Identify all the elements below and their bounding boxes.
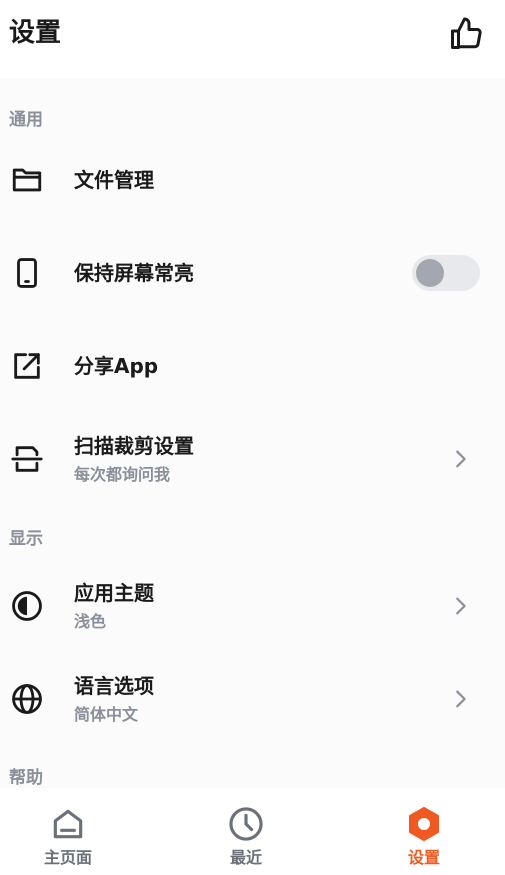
thumbs-up-icon[interactable]	[446, 14, 486, 54]
keep-screen-on-toggle[interactable]	[412, 255, 480, 291]
scan-crop-icon	[8, 440, 46, 478]
section-header-help: 帮助	[9, 768, 43, 788]
nav-label: 最近	[229, 848, 262, 867]
toggle-knob	[416, 259, 444, 287]
settings-item-keep-screen-on[interactable]: 保持屏幕常亮	[0, 233, 505, 313]
settings-item-theme[interactable]: 应用主题 浅色	[0, 566, 505, 646]
phone-icon	[8, 254, 46, 292]
globe-icon	[8, 680, 46, 718]
settings-screen: 设置 通用 文件管理 保持屏幕常亮 分享App 扫描裁剪设置 每次都询问我 显示…	[0, 0, 505, 875]
settings-item-label: 应用主题	[74, 581, 154, 605]
clock-icon	[186, 804, 306, 844]
settings-hexagon-icon	[364, 804, 484, 844]
theme-contrast-icon	[8, 587, 46, 625]
chevron-right-icon	[446, 685, 474, 713]
settings-item-label: 保持屏幕常亮	[74, 261, 194, 285]
nav-item-home[interactable]: 主页面	[8, 788, 128, 875]
nav-label: 主页面	[43, 848, 92, 867]
page-title: 设置	[9, 18, 62, 48]
settings-item-share-app[interactable]: 分享App	[0, 326, 505, 406]
nav-label: 设置	[407, 848, 440, 867]
settings-item-label: 分享App	[74, 354, 159, 378]
settings-item-label: 扫描裁剪设置	[74, 434, 194, 458]
nav-item-settings[interactable]: 设置	[364, 788, 484, 875]
bottom-nav: 主页面 最近 设置	[0, 788, 505, 875]
settings-item-file-manage[interactable]: 文件管理	[0, 140, 505, 220]
chevron-right-icon	[446, 445, 474, 473]
nav-item-recent[interactable]: 最近	[186, 788, 306, 875]
settings-item-language[interactable]: 语言选项 简体中文	[0, 659, 505, 739]
settings-item-sublabel: 简体中文	[74, 705, 139, 724]
chevron-right-icon	[446, 592, 474, 620]
settings-item-label: 文件管理	[74, 168, 154, 192]
settings-list[interactable]: 通用 文件管理 保持屏幕常亮 分享App 扫描裁剪设置 每次都询问我 显示 应用…	[0, 78, 505, 788]
share-external-icon	[8, 347, 46, 385]
section-header-general: 通用	[9, 110, 43, 130]
section-header-display: 显示	[9, 529, 43, 549]
settings-item-sublabel: 浅色	[74, 612, 107, 631]
settings-item-scan-crop[interactable]: 扫描裁剪设置 每次都询问我	[0, 419, 505, 499]
settings-item-label: 语言选项	[74, 674, 154, 698]
folder-icon	[8, 161, 46, 199]
top-bar: 设置	[0, 0, 505, 78]
home-icon	[8, 804, 128, 844]
settings-item-sublabel: 每次都询问我	[74, 465, 171, 484]
